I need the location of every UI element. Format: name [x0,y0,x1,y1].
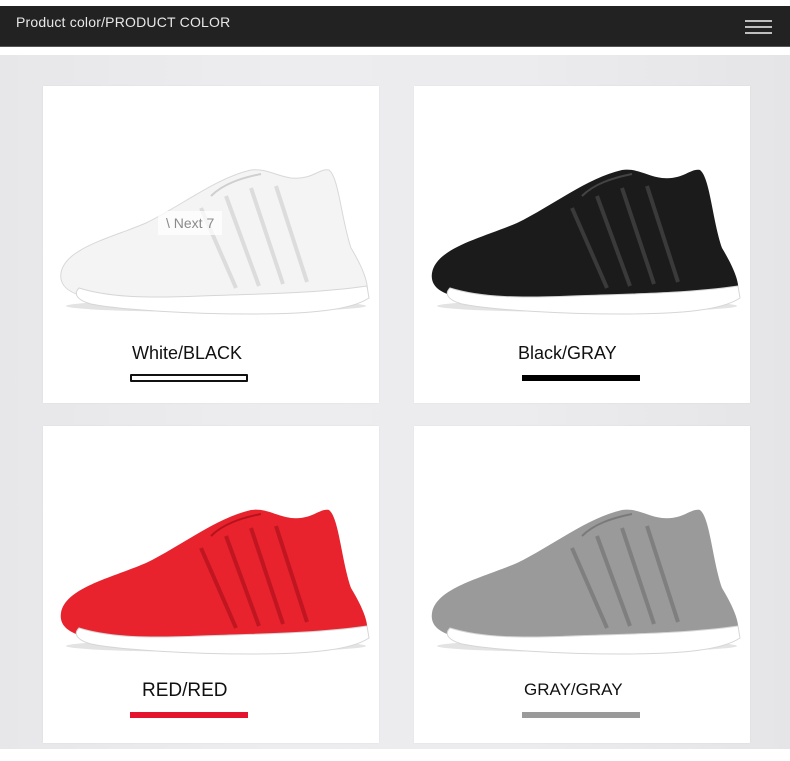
sneaker-image [60,509,370,655]
color-card-gray[interactable]: GRAY/GRAY [414,426,750,743]
hamburger-menu-icon[interactable] [745,18,772,36]
color-label: Black/GRAY [518,343,617,363]
color-label: GRAY/GRAY [524,680,623,699]
menu-line [745,26,772,28]
color-swatch [130,374,248,382]
color-swatch [522,375,640,381]
color-grid: \ Next 7 White/BLACK Black/GRAY RED/RED [0,55,790,749]
color-card-white[interactable]: \ Next 7 White/BLACK [43,86,379,403]
next-button[interactable]: \ Next 7 [158,211,223,235]
color-label: White/BLACK [132,343,243,363]
top-bar: Product color/PRODUCT COLOR [0,6,790,46]
sneaker-image [431,169,741,315]
menu-line [745,20,772,22]
color-swatch [130,712,248,718]
color-label: RED/RED [142,680,228,701]
color-card-red[interactable]: RED/RED [43,426,379,743]
menu-line [745,32,772,34]
color-card-black[interactable]: Black/GRAY [414,86,750,403]
section-title: Product color/PRODUCT COLOR [16,14,231,30]
color-swatch [522,712,640,718]
sneaker-image [431,509,741,655]
